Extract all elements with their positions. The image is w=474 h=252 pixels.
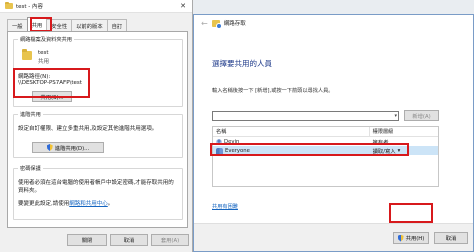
add-button[interactable]: 新增(A): [404, 110, 439, 121]
password-protection-desc-3: 要變更此設定,請使用網路和共用中心。: [18, 199, 113, 207]
column-name[interactable]: 名稱: [213, 127, 370, 136]
folder-icon: [22, 49, 32, 60]
tab-previous-versions[interactable]: 以前的版本: [71, 19, 108, 31]
back-arrow-icon[interactable]: ←: [201, 19, 208, 28]
network-access-dialog: ← 網路存取 選擇要共用的人員 輸入名稱後按一下 [新增],或按一下箭頭以尋找人…: [193, 14, 474, 252]
tab-customize[interactable]: 自訂: [106, 19, 128, 31]
everyone-row-highlight: [210, 143, 409, 156]
close-button[interactable]: 關閉: [67, 234, 107, 246]
network-share-icon: [211, 19, 222, 29]
properties-tabs: 一般 共用 安全性 以前的版本 自訂: [7, 17, 128, 31]
advanced-sharing-desc: 設定自訂權限、建立多重共用,及設定其他進階共用選項。: [18, 126, 158, 132]
shield-icon: [397, 234, 404, 242]
properties-title: test - 內容: [16, 4, 44, 10]
share-state: 共用: [38, 59, 50, 65]
chevron-down-icon[interactable]: ▾: [394, 113, 397, 119]
password-protection-desc-2: 資料夾。: [18, 188, 41, 194]
column-permission[interactable]: 權限層級: [370, 127, 438, 136]
shield-icon: [46, 144, 53, 151]
name-input[interactable]: ▾: [212, 111, 399, 121]
close-icon[interactable]: ✕: [174, 0, 192, 12]
properties-dialog: test - 內容 ✕ 一般 共用 安全性 以前的版本 自訂 網路檔案及資料夾共…: [0, 0, 193, 252]
network-sharing-center-link[interactable]: 網路和共用中心: [69, 201, 108, 207]
password-protection-group: 密碼保護 使用者必須在這台電腦的使用者帳戶中設定密碼,才能存取共用的 資料夾。 …: [13, 165, 183, 220]
sharing-tab-highlight: [30, 17, 52, 32]
sharing-panel: 網路檔案及資料夾共用 test 共用 網路路徑(N): \\DESKTOP-PS…: [7, 31, 188, 228]
people-table: 名稱 權限層級 Devin 擁有者 Everyone 讀取/寫入 ▾: [212, 126, 439, 187]
password-protection-title: 密碼保護: [18, 165, 43, 172]
cancel-button[interactable]: 取消: [434, 232, 468, 244]
wizard-title: 網路存取: [223, 21, 246, 27]
advanced-sharing-button-label: 進階共用(D)...: [54, 145, 90, 152]
advanced-sharing-button[interactable]: 進階共用(D)...: [32, 142, 104, 153]
wizard-footer: 共用(H) 取消: [194, 223, 473, 251]
password-protection-desc-tail: 。: [107, 201, 114, 207]
properties-titlebar: test - 內容 ✕: [0, 0, 192, 13]
advanced-sharing-title: 進階共用: [18, 111, 43, 118]
table-header: 名稱 權限層級: [213, 127, 438, 137]
network-path-highlight: [13, 68, 90, 98]
wizard-description: 輸入名稱後按一下 [新增],或按一下箭頭以尋找人員。: [212, 88, 334, 94]
share-button-highlight: [389, 203, 433, 223]
password-protection-desc-3-text: 要變更此設定,請使用: [18, 201, 70, 207]
folder-name: test: [38, 50, 49, 56]
cancel-button[interactable]: 取消: [110, 234, 148, 246]
wizard-heading: 選擇要共用的人員: [212, 59, 272, 68]
folder-icon: [5, 1, 13, 9]
sharing-trouble-link[interactable]: 共用有困難: [212, 203, 238, 210]
tab-general[interactable]: 一般: [7, 19, 28, 31]
share-button-label: 共用(H): [405, 236, 425, 242]
password-protection-desc-1: 使用者必須在這台電腦的使用者帳戶中設定密碼,才能存取共用的: [18, 180, 174, 186]
network-sharing-title: 網路檔案及資料夾共用: [18, 36, 74, 43]
share-button[interactable]: 共用(H): [393, 232, 429, 244]
wizard-titlebar: ← 網路存取: [194, 15, 473, 31]
advanced-sharing-group: 進階共用 設定自訂權限、建立多重共用,及設定其他進階共用選項。 進階共用(D).…: [13, 111, 183, 158]
apply-button[interactable]: 套用(A): [151, 234, 189, 246]
